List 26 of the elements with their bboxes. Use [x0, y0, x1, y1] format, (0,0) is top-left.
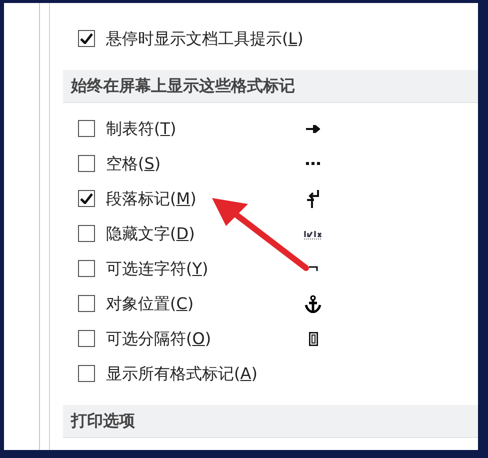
option-label: 可选连字符(Y) — [106, 258, 210, 280]
tab-mark-icon — [306, 124, 320, 132]
checkbox[interactable] — [78, 295, 95, 312]
checkbox[interactable] — [78, 260, 95, 277]
option-label: 空格(S) — [106, 152, 162, 174]
section-title: 始终在屏幕上显示这些格式标记 — [71, 75, 295, 97]
space-mark-icon — [306, 162, 320, 165]
hyphen-mark-icon — [308, 266, 318, 271]
paragraph-mark-icon — [307, 190, 319, 208]
checkbox[interactable] — [78, 30, 95, 47]
option-label: 隐藏文字(D) — [106, 222, 196, 244]
option-label: 可选分隔符(O) — [106, 328, 212, 350]
checkbox[interactable] — [78, 330, 95, 347]
checkbox[interactable] — [78, 365, 95, 382]
break-mark-icon — [308, 332, 318, 346]
option-label: 段落标记(M) — [106, 188, 198, 210]
checkbox[interactable] — [78, 155, 95, 172]
section-title: 打印选项 — [71, 410, 135, 432]
anchor-icon — [304, 294, 322, 312]
option-label: 对象位置(C) — [106, 292, 195, 314]
checkbox[interactable] — [78, 225, 95, 242]
checkbox[interactable] — [78, 120, 95, 137]
option-label: 悬停时显示文档工具提示(L) — [106, 28, 304, 50]
option-label: 制表符(T) — [106, 118, 178, 140]
checkbox[interactable] — [78, 190, 95, 207]
option-label: 显示所有格式标记(A) — [106, 362, 258, 384]
